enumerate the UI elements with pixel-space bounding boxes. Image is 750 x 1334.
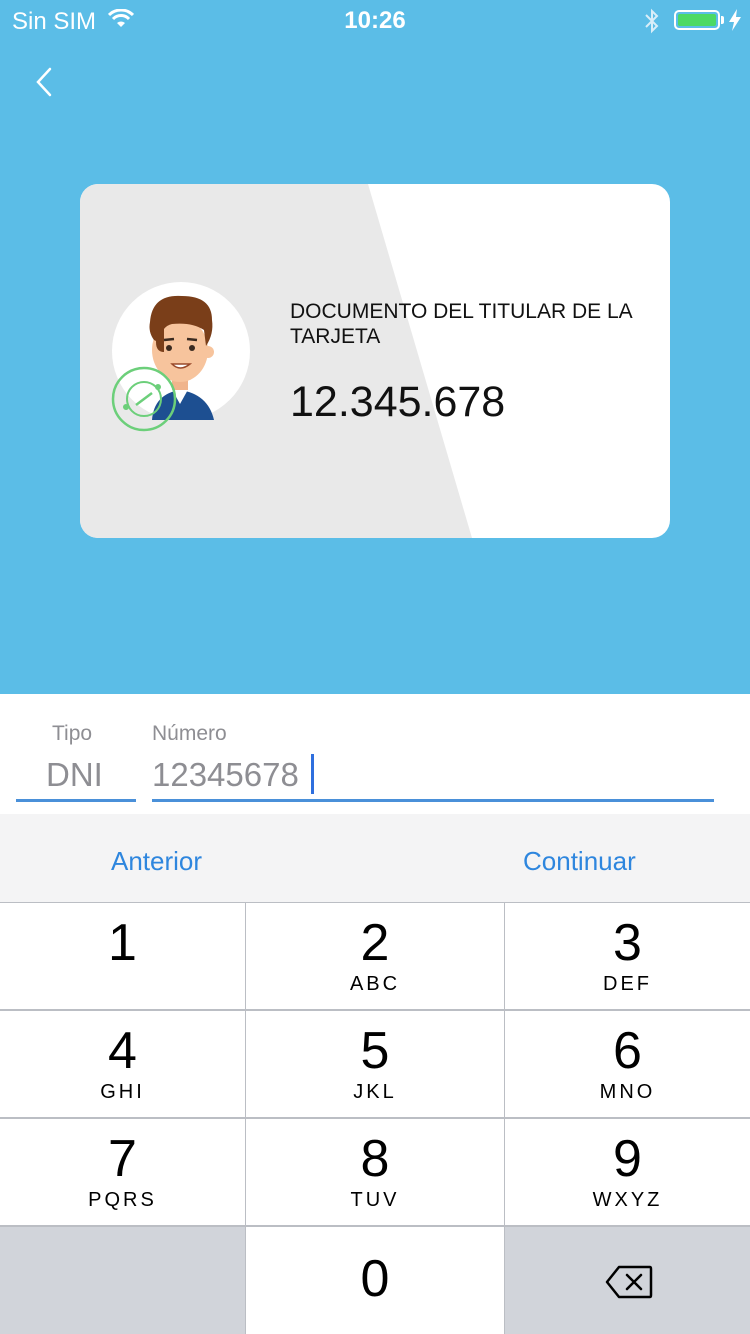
- key-letters: JKL: [353, 1081, 397, 1103]
- key-6[interactable]: 6 MNO: [505, 1011, 750, 1117]
- key-7[interactable]: 7 PQRS: [0, 1119, 245, 1225]
- scan-badge-icon: [111, 366, 177, 432]
- numero-label: Número: [152, 722, 227, 745]
- key-0[interactable]: 0: [246, 1227, 504, 1334]
- key-digit: 6: [613, 1022, 642, 1080]
- previous-button[interactable]: Anterior: [111, 846, 202, 877]
- header-area: Sin SIM 10:26 DOCUMENTO DEL TITULAR DE L…: [0, 0, 750, 694]
- document-form: Tipo DNI Número 12345678: [0, 694, 750, 814]
- battery-tip: [721, 16, 724, 24]
- key-letters: MNO: [599, 1081, 656, 1103]
- battery-icon: [674, 10, 720, 30]
- continue-button[interactable]: Continuar: [523, 846, 636, 877]
- numero-underline: [152, 799, 714, 802]
- delete-key[interactable]: [505, 1227, 750, 1334]
- key-3[interactable]: 3 DEF: [505, 903, 750, 1009]
- bluetooth-icon: [644, 8, 660, 39]
- key-5[interactable]: 5 JKL: [246, 1011, 504, 1117]
- key-4[interactable]: 4 GHI: [0, 1011, 245, 1117]
- numero-input[interactable]: 12345678: [152, 756, 299, 794]
- charging-bolt-icon: [728, 9, 742, 36]
- key-2[interactable]: 2 ABC: [246, 903, 504, 1009]
- back-button[interactable]: [28, 62, 68, 102]
- key-letters: TUV: [350, 1189, 400, 1211]
- tipo-label: Tipo: [52, 722, 93, 745]
- tipo-field[interactable]: DNI: [46, 756, 103, 794]
- key-letters: DEF: [603, 973, 652, 995]
- keyboard-toolbar: Anterior Continuar: [0, 814, 750, 902]
- key-letters: GHI: [100, 1081, 145, 1103]
- key-9[interactable]: 9 WXYZ: [505, 1119, 750, 1225]
- text-caret: [311, 754, 314, 794]
- key-digit: 2: [360, 914, 390, 972]
- tipo-underline: [16, 799, 136, 802]
- key-letters: PQRS: [88, 1189, 157, 1211]
- id-card: DOCUMENTO DEL TITULAR DE LA TARJETA 12.3…: [80, 184, 670, 538]
- key-digit: 1: [108, 914, 137, 972]
- key-digit: 5: [360, 1022, 390, 1080]
- document-label: DOCUMENTO DEL TITULAR DE LA TARJETA: [290, 300, 632, 348]
- backspace-icon: [605, 1265, 653, 1299]
- document-number: 12.345.678: [290, 378, 506, 426]
- numeric-keypad: 1 2 ABC 3 DEF 4 GHI 5 JKL 6 MNO 7 PQRS 8…: [0, 902, 750, 1334]
- key-digit: 9: [613, 1130, 642, 1188]
- key-digit: 0: [360, 1250, 390, 1308]
- key-blank: [0, 1227, 245, 1334]
- key-digit: 4: [108, 1022, 137, 1080]
- key-digit: 3: [613, 914, 642, 972]
- chevron-left-icon: [36, 67, 52, 97]
- key-letters: ABC: [349, 973, 401, 995]
- key-letters: WXYZ: [592, 1189, 663, 1211]
- status-bar: Sin SIM 10:26: [0, 0, 750, 40]
- clock: 10:26: [344, 7, 406, 34]
- key-digit: 8: [360, 1130, 390, 1188]
- key-1[interactable]: 1: [0, 903, 245, 1009]
- key-8[interactable]: 8 TUV: [246, 1119, 504, 1225]
- key-digit: 7: [108, 1130, 137, 1188]
